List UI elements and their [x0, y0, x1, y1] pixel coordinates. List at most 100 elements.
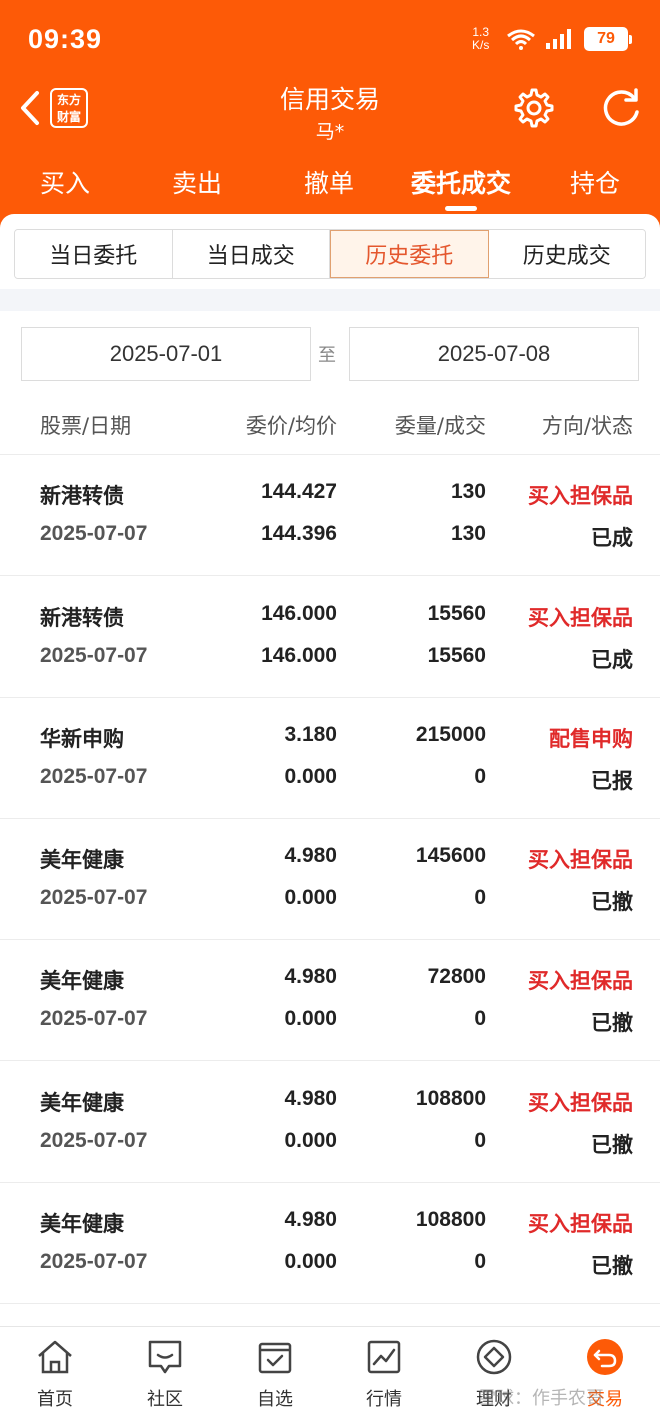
order-status: 已撤: [591, 1134, 633, 1157]
refresh-icon: [603, 88, 639, 126]
average-price: 0.000: [284, 1250, 337, 1273]
order-status: 已撤: [591, 891, 633, 914]
trade-icon: [587, 1339, 623, 1375]
start-date-picker[interactable]: 2025-07-01: [21, 327, 311, 381]
column-header-price: 委价/均价: [245, 414, 337, 438]
stock-name: 美年健康: [40, 849, 124, 872]
nav-watchlist[interactable]: 自选: [235, 1337, 315, 1411]
stock-name: 美年健康: [40, 1092, 124, 1115]
order-date: 2025-07-07: [40, 765, 148, 788]
app-header: 09:39 1.3 K/s 79 东方 财富 信用交易 马* 买入 卖出 撤单 …: [0, 0, 660, 232]
order-row[interactable]: 美年健康 2025-07-07 4.980 0.000 108800 0 买入担…: [0, 1062, 660, 1183]
order-direction: 配售申购: [549, 728, 633, 751]
gear-icon: [514, 88, 554, 128]
tab-positions[interactable]: 持仓: [550, 164, 640, 200]
account-name: 马*: [315, 121, 345, 143]
filled-quantity: 0: [474, 1129, 486, 1152]
average-price: 0.000: [284, 1129, 337, 1152]
filled-quantity: 0: [474, 1250, 486, 1273]
nav-home[interactable]: 首页: [15, 1337, 95, 1411]
network-speed: 1.3 K/s: [472, 26, 489, 52]
order-row[interactable]: 美年健康 2025-07-07 4.980 0.000 145600 0 买入担…: [0, 819, 660, 940]
tab-orders-fills[interactable]: 委托成交: [396, 164, 526, 200]
average-price: 146.000: [261, 644, 337, 667]
battery-indicator: 79: [584, 27, 632, 51]
nav-market[interactable]: 行情: [344, 1337, 424, 1411]
filled-quantity: 0: [474, 886, 486, 909]
main-tabs: 买入 卖出 撤单 委托成交 持仓: [0, 160, 660, 216]
nav-community[interactable]: 社区: [125, 1337, 205, 1411]
subtab-today-orders[interactable]: 当日委托: [15, 230, 173, 278]
order-quantity: 215000: [415, 723, 486, 746]
order-direction: 买入担保品: [528, 849, 633, 872]
subtab-history-orders[interactable]: 历史委托: [330, 230, 489, 278]
column-header-direction-status: 方向/状态: [541, 414, 633, 438]
order-row[interactable]: 美年健康 2025-07-07 4.980 0.000 108800 0 买入担…: [0, 1183, 660, 1304]
order-price: 146.000: [261, 602, 337, 625]
order-row[interactable]: 华新申购 2025-07-07 3.180 0.000 215000 0 配售申…: [0, 698, 660, 819]
filled-quantity: 15560: [427, 644, 486, 667]
stock-name: 美年健康: [40, 1213, 124, 1236]
order-direction: 买入担保品: [528, 485, 633, 508]
order-quantity: 72800: [427, 965, 486, 988]
section-divider: [0, 289, 660, 311]
order-price: 4.980: [284, 844, 337, 867]
active-tab-indicator: [445, 206, 477, 211]
order-row[interactable]: 美年健康 2025-07-07 4.980 0.000 72800 0 买入担保…: [0, 940, 660, 1061]
tab-buy[interactable]: 买入: [20, 164, 110, 200]
order-price: 4.980: [284, 965, 337, 988]
subtab-today-fills[interactable]: 当日成交: [172, 230, 330, 278]
average-price: 0.000: [284, 1007, 337, 1030]
end-date-picker[interactable]: 2025-07-08: [349, 327, 639, 381]
nav-market-label: 行情: [366, 1389, 402, 1410]
column-header-stock-date: 股票/日期: [40, 414, 132, 438]
settings-button[interactable]: [512, 86, 556, 130]
status-time: 09:39: [28, 24, 103, 54]
date-range-separator: 至: [318, 345, 336, 366]
average-price: 144.396: [261, 522, 337, 545]
watermark-text: 雪球：作手农哥: [478, 1388, 604, 1409]
order-price: 144.427: [261, 480, 337, 503]
order-quantity: 15560: [427, 602, 486, 625]
filled-quantity: 0: [474, 1007, 486, 1030]
order-row[interactable]: 新港转债 2025-07-07 144.427 144.396 130 130 …: [0, 455, 660, 576]
chat-bubble-icon: [148, 1340, 182, 1374]
home-icon: [38, 1340, 72, 1374]
order-quantity: 108800: [415, 1087, 486, 1110]
watchlist-icon: [258, 1342, 292, 1374]
order-date: 2025-07-07: [40, 644, 148, 667]
tab-cancel-order[interactable]: 撤单: [284, 164, 374, 200]
order-status: 已报: [591, 770, 633, 793]
column-header-quantity: 委量/成交: [394, 414, 486, 438]
order-quantity: 108800: [415, 1208, 486, 1231]
tab-sell[interactable]: 卖出: [152, 164, 242, 200]
order-date: 2025-07-07: [40, 1007, 148, 1030]
order-status: 已撤: [591, 1012, 633, 1035]
wealth-diamond-icon: [476, 1339, 512, 1375]
order-price: 4.980: [284, 1087, 337, 1110]
filled-quantity: 130: [450, 522, 486, 545]
nav-community-label: 社区: [147, 1389, 183, 1410]
order-direction: 买入担保品: [528, 970, 633, 993]
nav-home-label: 首页: [37, 1389, 73, 1410]
wifi-icon: [507, 29, 535, 50]
order-date: 2025-07-07: [40, 1129, 148, 1152]
page-title: 信用交易: [279, 85, 380, 114]
average-price: 0.000: [284, 765, 337, 788]
status-bar: 09:39 1.3 K/s 79: [0, 0, 660, 78]
order-row[interactable]: 新港转债 2025-07-07 146.000 146.000 15560 15…: [0, 577, 660, 698]
stock-name: 新港转债: [40, 607, 124, 630]
order-direction: 买入担保品: [528, 1092, 633, 1115]
refresh-button[interactable]: [598, 86, 644, 132]
stock-name: 新港转债: [40, 485, 124, 508]
subtab-history-fills[interactable]: 历史成交: [488, 230, 645, 278]
sub-tabs: 当日委托 当日成交 历史委托 历史成交: [14, 229, 646, 279]
average-price: 0.000: [284, 886, 337, 909]
order-date: 2025-07-07: [40, 886, 148, 909]
order-status: 已撤: [591, 1255, 633, 1278]
stock-name: 华新申购: [40, 728, 124, 751]
filled-quantity: 0: [474, 765, 486, 788]
order-quantity: 145600: [415, 844, 486, 867]
order-price: 4.980: [284, 1208, 337, 1231]
stock-name: 美年健康: [40, 970, 124, 993]
